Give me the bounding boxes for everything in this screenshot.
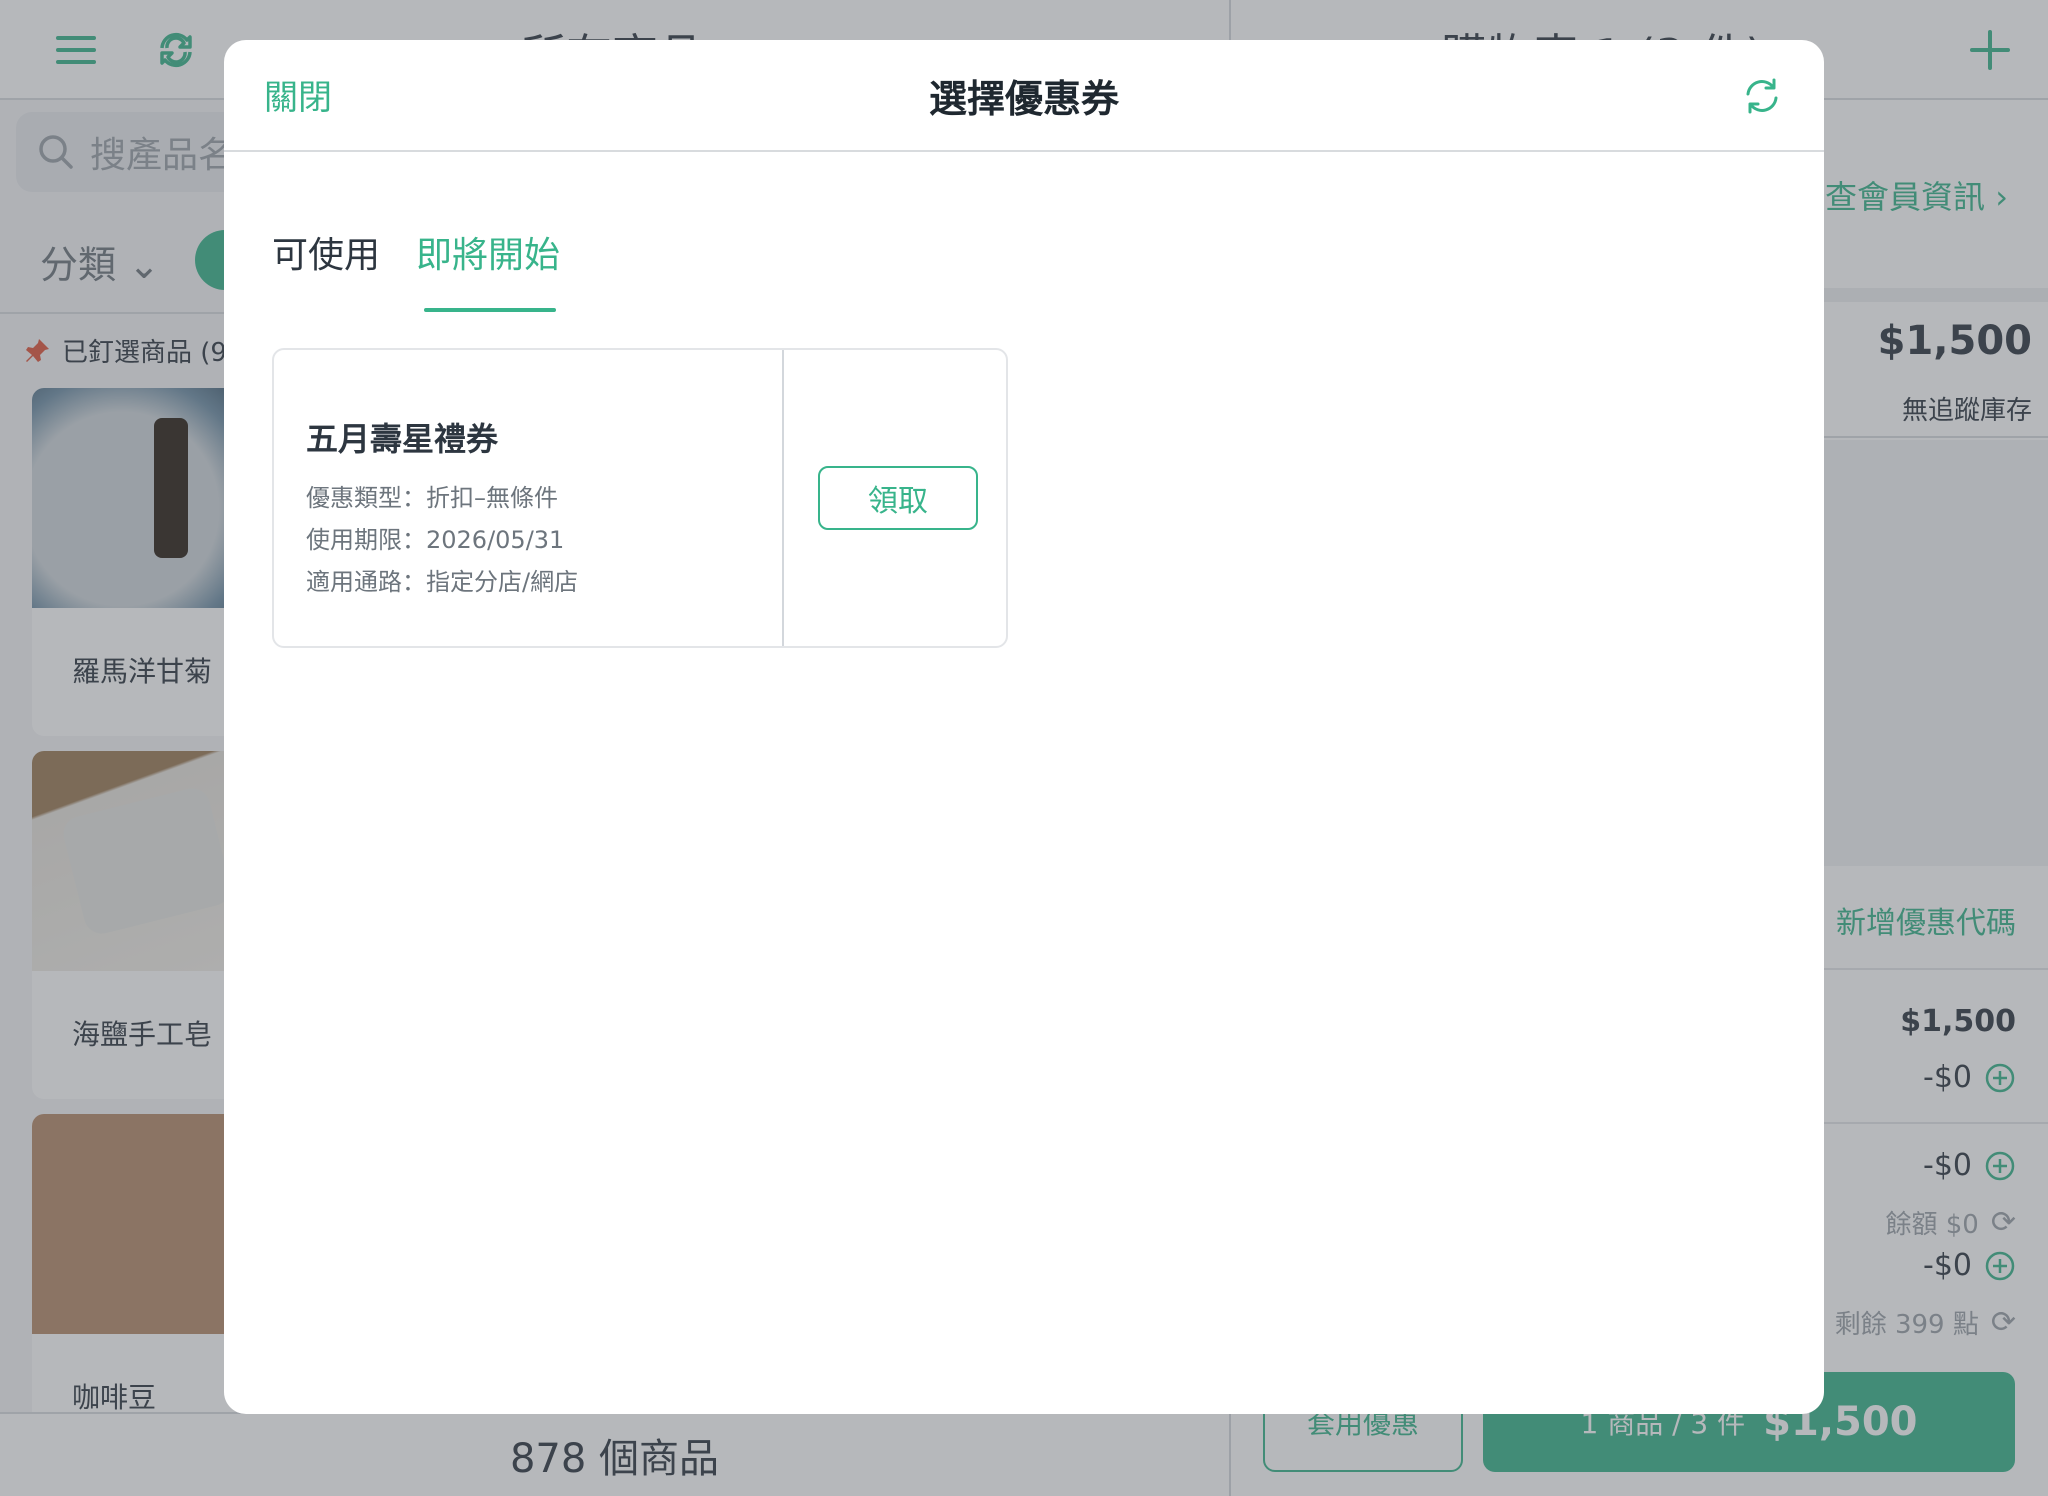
coupon-period: 使用期限：2026/05/31	[306, 526, 565, 554]
coupon-channel: 適用通路：指定分店/網店	[306, 568, 579, 596]
tab-upcoming[interactable]: 即將開始	[416, 226, 560, 312]
coupon-card[interactable]: 五月壽星禮券 優惠類型：折扣–無條件 使用期限：2026/05/31 適用通路：…	[272, 348, 1008, 648]
refresh-icon[interactable]	[1740, 74, 1784, 118]
coupon-tabs: 可使用 即將開始	[272, 226, 560, 336]
coupon-modal: 關閉 選擇優惠券 可使用 即將開始 五月壽星禮券 優惠類型：折扣–無條件 使用期…	[224, 40, 1824, 1414]
tab-available[interactable]: 可使用	[272, 226, 380, 302]
claim-button[interactable]: 領取	[818, 466, 978, 530]
coupon-name: 五月壽星禮券	[306, 420, 499, 458]
coupon-divider	[782, 350, 784, 646]
coupon-type: 優惠類型：折扣–無條件	[306, 484, 558, 512]
modal-title: 選擇優惠券	[928, 77, 1119, 121]
modal-header: 關閉 選擇優惠券	[224, 40, 1824, 152]
